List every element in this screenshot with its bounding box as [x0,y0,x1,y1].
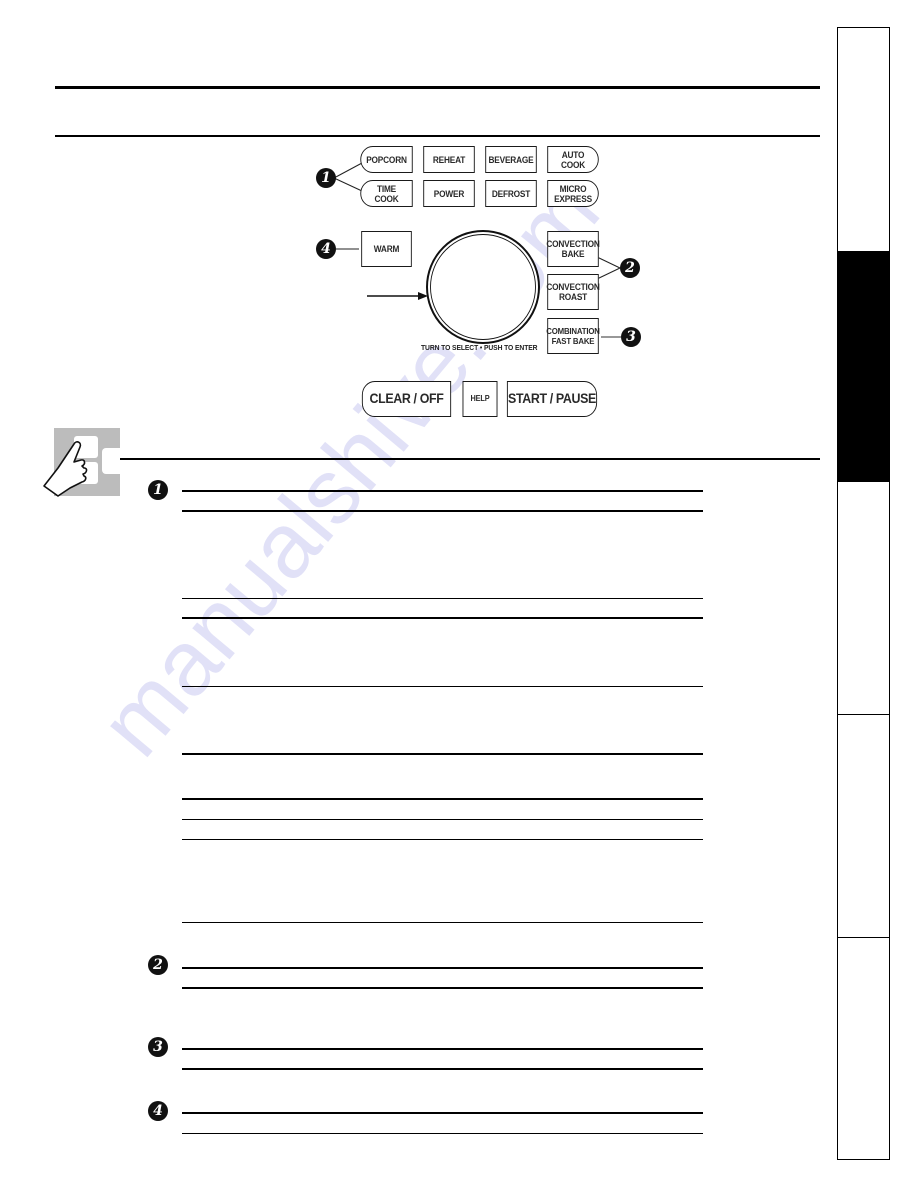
side-tab-3[interactable] [837,482,890,715]
section-1-rule [182,598,703,599]
defrost-button[interactable]: DEFROST [485,180,537,207]
section-1-number: 1 [148,480,168,500]
section-1-rule [182,686,703,687]
micro-express-button[interactable]: MICRO EXPRESS [547,180,599,207]
convection-roast-button[interactable]: CONVECTION ROAST [546,274,600,310]
callout-2: 2 [620,258,640,278]
section-4-rule [182,1133,703,1134]
section-3-number: 3 [148,1037,168,1057]
section-4-number: 4 [148,1101,168,1121]
section-1-rule [182,922,703,923]
reheat-button[interactable]: REHEAT [423,146,475,173]
section-1-rule [182,798,703,800]
start-pause-button[interactable]: START / PAUSE [506,381,598,417]
callout-2-leader-top [596,256,621,269]
power-button[interactable]: POWER [423,180,475,207]
combination-fast-bake-button[interactable]: COMBINATION FAST BAKE [546,318,600,354]
arrow-right-icon [367,292,428,300]
callout-1: 1 [316,168,336,188]
section-4-rule [182,1112,703,1114]
section-3-rule [182,1068,703,1070]
section-rule [120,458,820,460]
auto-cook-button[interactable]: AUTO COOK [547,146,599,173]
control-panel-lines [333,162,621,344]
convection-bake-button[interactable]: CONVECTION BAKE [546,231,600,267]
warm-button[interactable]: WARM [361,231,412,267]
popcorn-button[interactable]: POPCORN [360,146,413,173]
section-1-rule [182,617,703,619]
section-1-rule [182,490,703,492]
section-1-rule [182,510,703,512]
section-2-number: 2 [148,955,168,975]
side-tab-5[interactable] [837,938,890,1160]
hand-pointer-icon [43,428,124,497]
callout-3: 3 [621,327,641,347]
time-cook-button[interactable]: TIME COOK [360,180,413,207]
section-2-rule [182,967,703,969]
section-1-rule [182,819,703,820]
section-1-rule [182,839,703,840]
section-2-rule [182,987,703,989]
side-tab-4[interactable] [837,715,890,938]
dial[interactable] [426,230,540,344]
beverage-button[interactable]: BEVERAGE [485,146,537,173]
callout-2-leader-bottom [596,267,621,280]
dial-caption: TURN TO SELECT • PUSH TO ENTER [421,343,538,352]
help-button[interactable]: HELP [462,381,498,417]
callout-1-leader-bottom [333,177,363,192]
callout-1-leader-top [333,162,363,179]
clear-off-button[interactable]: CLEAR / OFF [361,381,452,417]
section-1-rule [182,753,703,755]
section-3-rule [182,1048,703,1050]
callout-4: 4 [316,239,336,259]
